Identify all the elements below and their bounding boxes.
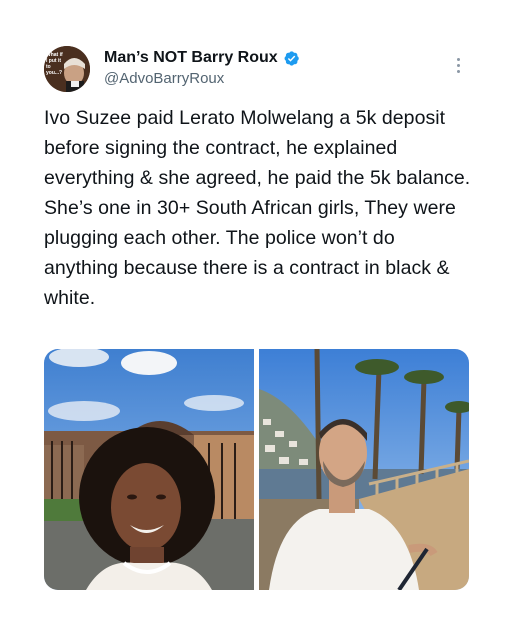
woman-photo-image xyxy=(44,349,254,590)
menu-dot xyxy=(456,69,460,73)
verified-badge-icon xyxy=(284,50,299,66)
media-photo-woman[interactable] xyxy=(44,349,254,590)
more-vertical-icon[interactable] xyxy=(449,52,467,78)
menu-dot xyxy=(456,63,460,67)
avatar-caption: What if I put it to you...? xyxy=(46,52,63,76)
tweet-card: What if I put it to you...? Man’s NOT Ba… xyxy=(0,0,512,640)
author-handle[interactable]: @AdvoBarryRoux xyxy=(104,70,224,87)
tweet-media-grid xyxy=(44,349,469,590)
tweet-text: Ivo Suzee paid Lerato Molwelang a 5k dep… xyxy=(44,107,471,309)
media-photo-man[interactable] xyxy=(259,349,469,590)
author-avatar[interactable]: What if I put it to you...? xyxy=(44,46,90,92)
menu-dot xyxy=(456,57,460,61)
author-display-name[interactable]: Man’s NOT Barry Roux xyxy=(104,49,278,67)
author-name-row: Man’s NOT Barry Roux xyxy=(104,48,300,68)
man-photo-image xyxy=(259,349,469,590)
